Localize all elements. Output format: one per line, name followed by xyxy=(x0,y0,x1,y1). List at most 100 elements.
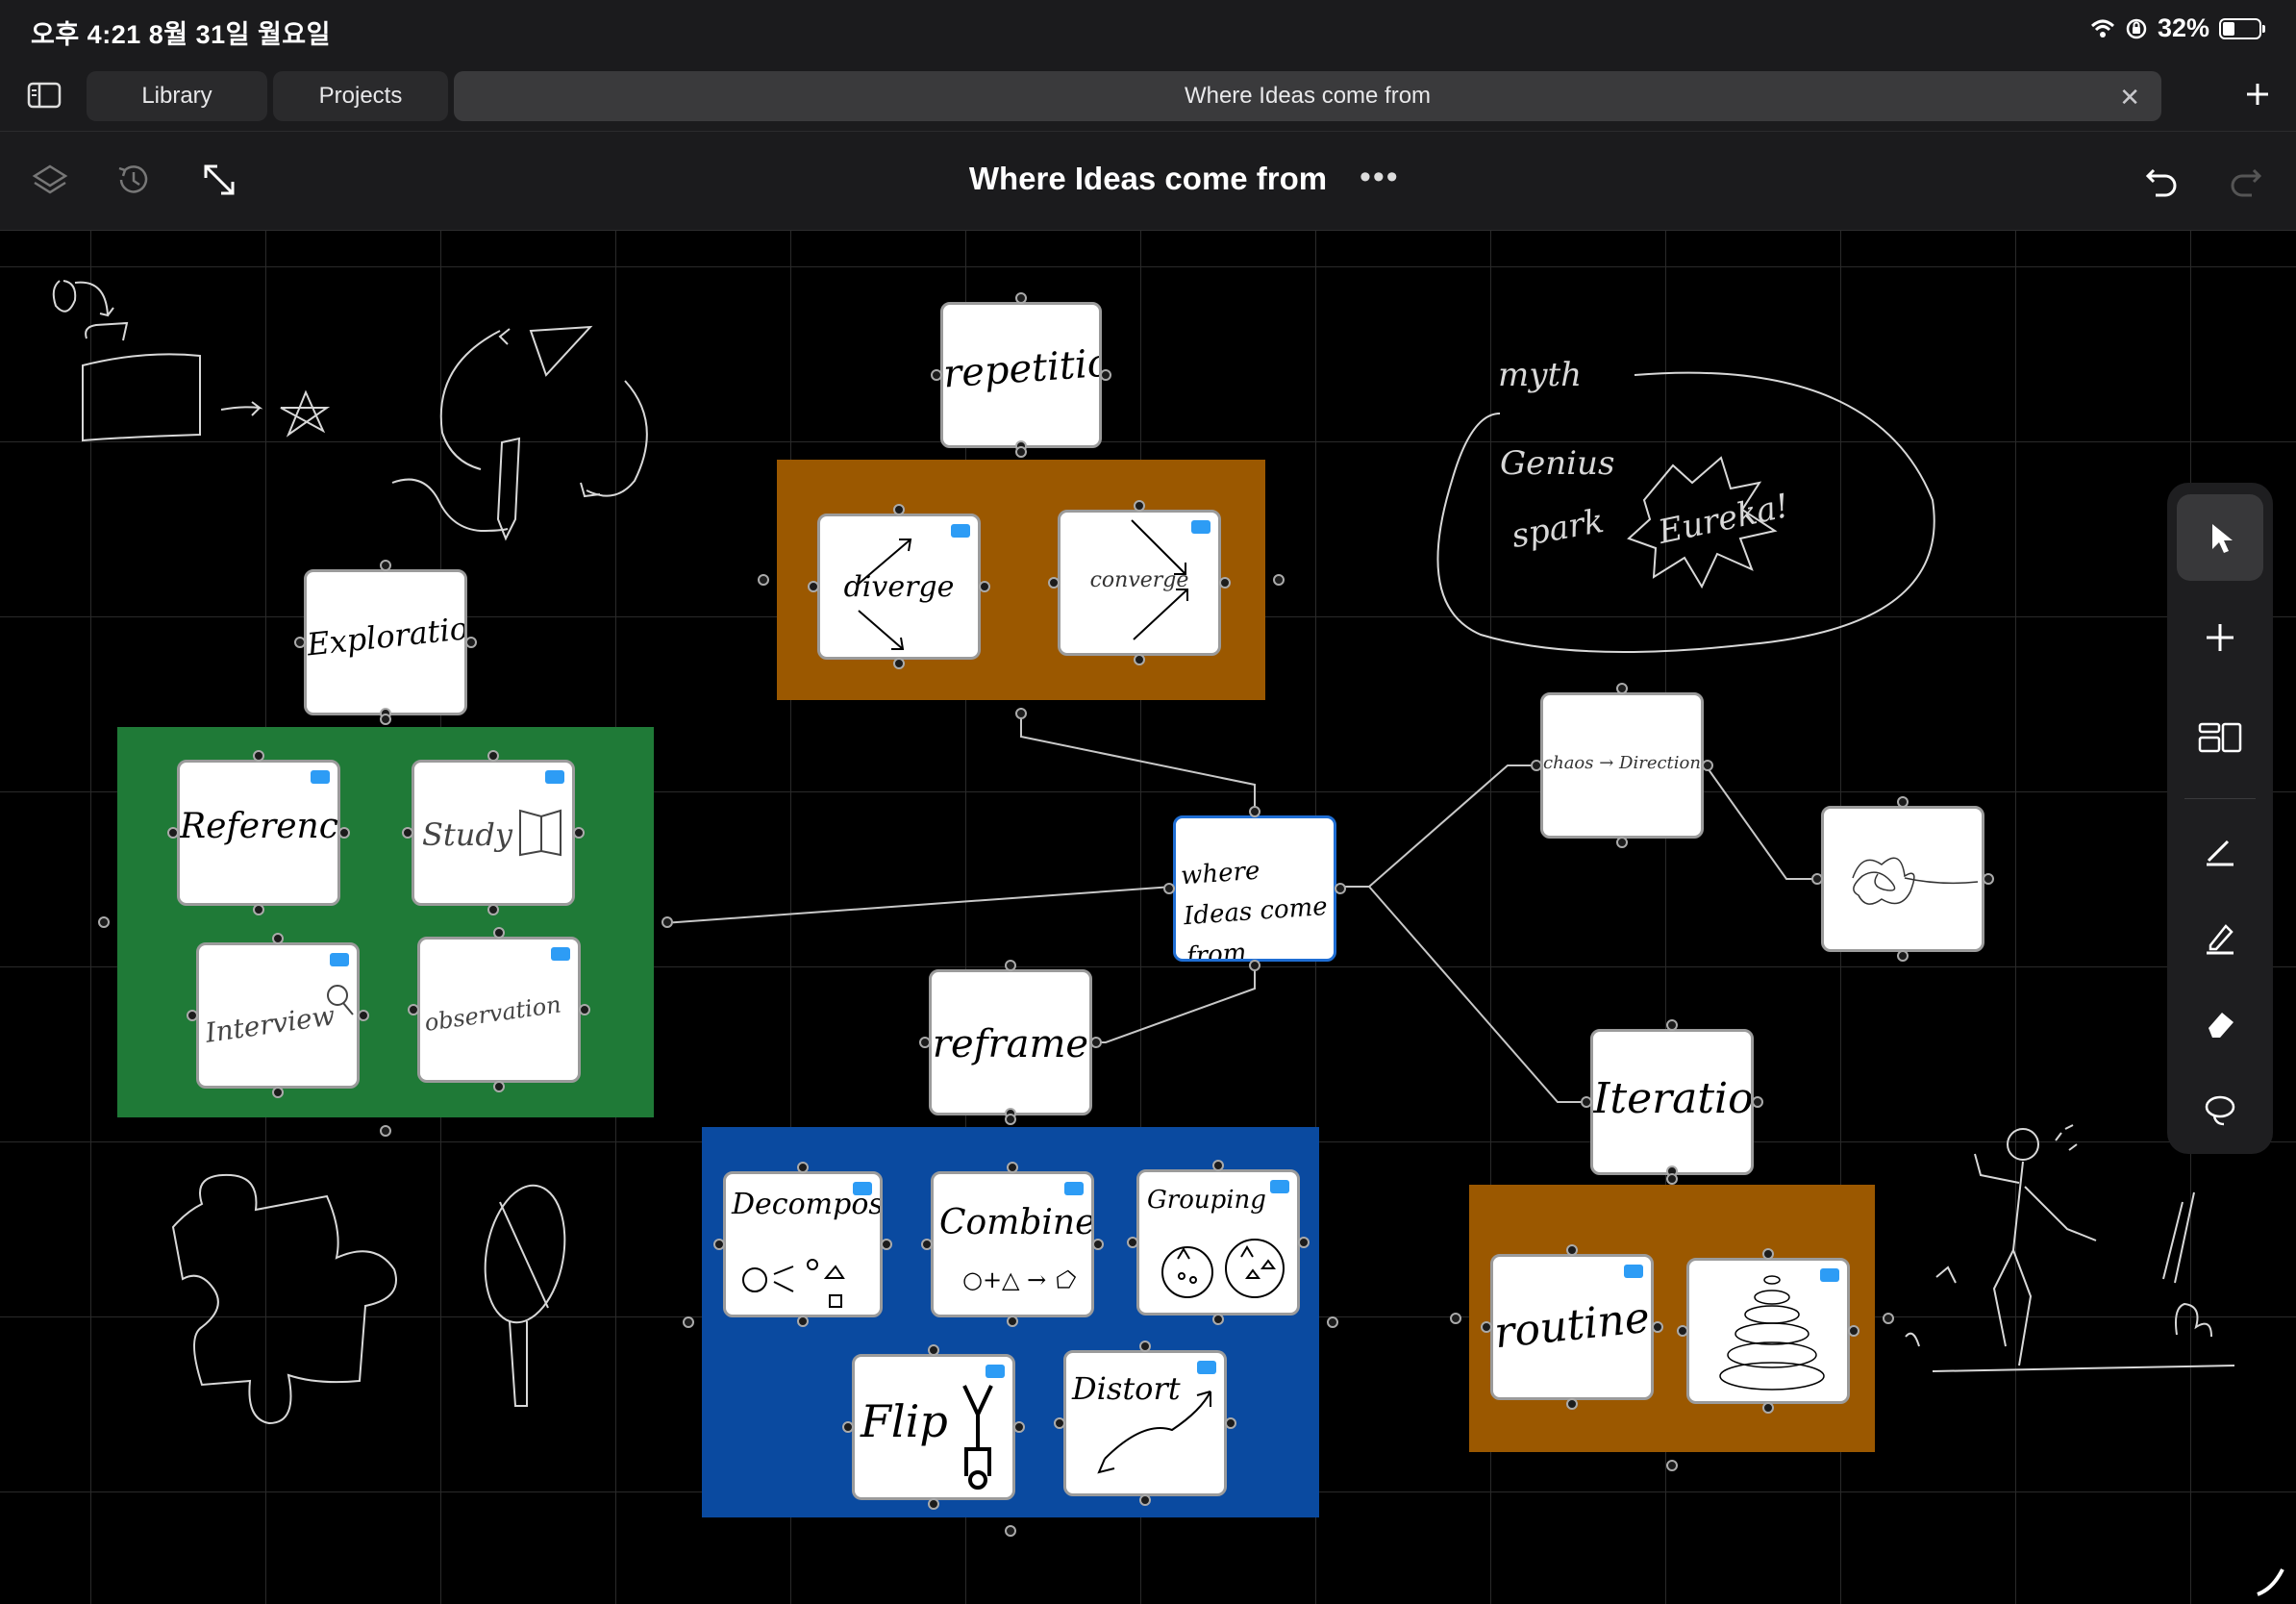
connection-handle[interactable] xyxy=(98,916,110,928)
connection-handle[interactable] xyxy=(1015,708,1027,719)
card-repetition[interactable]: repetition xyxy=(940,302,1102,448)
connection-handle[interactable] xyxy=(487,750,499,762)
lasso-tool-button[interactable] xyxy=(2177,1067,2263,1154)
connection-handle[interactable] xyxy=(1015,292,1027,304)
connection-handle[interactable] xyxy=(493,927,505,939)
connection-handle[interactable] xyxy=(1762,1402,1774,1414)
connection-handle[interactable] xyxy=(1566,1398,1578,1410)
connection-handle[interactable] xyxy=(1752,1096,1763,1108)
marker-tool-button[interactable] xyxy=(2177,894,2263,981)
connection-handle[interactable] xyxy=(1013,1421,1025,1433)
connection-handle[interactable] xyxy=(1677,1325,1688,1337)
connection-handle[interactable] xyxy=(797,1162,809,1173)
connection-handle[interactable] xyxy=(253,750,264,762)
new-tab-button[interactable] xyxy=(2236,73,2279,115)
connection-handle[interactable] xyxy=(167,827,179,839)
add-tool-button[interactable] xyxy=(2177,594,2263,681)
connection-handle[interactable] xyxy=(1666,1019,1678,1031)
card-center-topic[interactable]: where Ideas come from xyxy=(1173,815,1336,962)
connection-handle[interactable] xyxy=(1481,1321,1492,1333)
connection-handle[interactable] xyxy=(1666,1173,1678,1185)
connection-handle[interactable] xyxy=(979,581,990,592)
connection-handle[interactable] xyxy=(1249,960,1260,971)
connection-handle[interactable] xyxy=(1212,1314,1224,1325)
tab-library[interactable]: Library xyxy=(87,71,267,121)
connection-handle[interactable] xyxy=(1127,1237,1138,1248)
connection-handle[interactable] xyxy=(272,1087,284,1098)
card-observation[interactable]: observation xyxy=(417,937,581,1083)
connection-handle[interactable] xyxy=(1005,960,1016,971)
tab-projects[interactable]: Projects xyxy=(273,71,448,121)
connection-handle[interactable] xyxy=(187,1010,198,1021)
card-chaos-direction[interactable]: chaos → Direction xyxy=(1540,692,1704,839)
connection-handle[interactable] xyxy=(1054,1417,1065,1429)
connection-handle[interactable] xyxy=(493,1081,505,1092)
layers-icon[interactable] xyxy=(29,159,71,201)
connection-handle[interactable] xyxy=(1983,873,1994,885)
connection-handle[interactable] xyxy=(1652,1321,1663,1333)
card-interview[interactable]: Interview xyxy=(196,942,360,1089)
connection-handle[interactable] xyxy=(1139,1341,1151,1352)
whiteboard-canvas[interactable]: myth Genius spark Eureka! repetition div… xyxy=(0,231,2296,1604)
card-iteration[interactable]: Iteration xyxy=(1590,1029,1754,1175)
connection-handle[interactable] xyxy=(1219,577,1231,589)
connection-handle[interactable] xyxy=(921,1239,933,1250)
connection-handle[interactable] xyxy=(1005,1525,1016,1537)
connection-handle[interactable] xyxy=(1811,873,1823,885)
connection-handle[interactable] xyxy=(380,560,391,571)
connection-handle[interactable] xyxy=(1762,1248,1774,1260)
connection-handle[interactable] xyxy=(579,1004,590,1015)
connection-handle[interactable] xyxy=(893,658,905,669)
connection-handle[interactable] xyxy=(1566,1244,1578,1256)
eraser-tool-button[interactable] xyxy=(2177,981,2263,1067)
card-reframe[interactable]: reframe xyxy=(929,969,1092,1115)
connection-handle[interactable] xyxy=(1225,1417,1236,1429)
connection-handle[interactable] xyxy=(919,1037,931,1048)
select-tool-button[interactable] xyxy=(2177,494,2263,581)
connection-handle[interactable] xyxy=(1702,760,1713,771)
connection-handle[interactable] xyxy=(1581,1096,1592,1108)
connection-handle[interactable] xyxy=(272,933,284,944)
expand-icon[interactable] xyxy=(198,159,240,201)
connection-handle[interactable] xyxy=(1616,683,1628,694)
connection-handle[interactable] xyxy=(380,1125,391,1137)
card-grouping[interactable]: Grouping xyxy=(1136,1169,1300,1316)
card-study[interactable]: Study xyxy=(412,760,575,906)
tab-current-document[interactable]: Where Ideas come from ✕ xyxy=(454,71,2161,121)
connection-handle[interactable] xyxy=(1531,760,1542,771)
connection-handle[interactable] xyxy=(1450,1313,1461,1324)
connection-handle[interactable] xyxy=(1897,796,1909,808)
connection-handle[interactable] xyxy=(1666,1460,1678,1471)
connection-handle[interactable] xyxy=(294,637,306,648)
connection-handle[interactable] xyxy=(808,581,819,592)
card-diverge[interactable]: diverge xyxy=(817,514,981,660)
connection-handle[interactable] xyxy=(1897,950,1909,962)
connection-handle[interactable] xyxy=(1134,654,1145,665)
connection-handle[interactable] xyxy=(358,1010,369,1021)
connection-handle[interactable] xyxy=(1100,369,1111,381)
connection-handle[interactable] xyxy=(402,827,413,839)
connection-handle[interactable] xyxy=(797,1316,809,1327)
connection-handle[interactable] xyxy=(1163,883,1175,894)
connection-handle[interactable] xyxy=(338,827,350,839)
connection-handle[interactable] xyxy=(928,1344,939,1356)
close-tab-icon[interactable]: ✕ xyxy=(2119,83,2140,113)
connection-handle[interactable] xyxy=(573,827,585,839)
connection-handle[interactable] xyxy=(928,1498,939,1510)
connection-handle[interactable] xyxy=(842,1421,854,1433)
connection-handle[interactable] xyxy=(1005,1114,1016,1125)
redo-icon[interactable] xyxy=(2225,159,2267,201)
connection-handle[interactable] xyxy=(881,1239,892,1250)
connection-handle[interactable] xyxy=(1273,574,1285,586)
history-icon[interactable] xyxy=(112,159,154,201)
more-options-icon[interactable]: ••• xyxy=(1360,159,1400,196)
card-distort[interactable]: Distort xyxy=(1063,1350,1227,1496)
connection-handle[interactable] xyxy=(1883,1313,1894,1324)
undo-icon[interactable] xyxy=(2140,159,2183,201)
connection-handle[interactable] xyxy=(1335,883,1346,894)
connection-handle[interactable] xyxy=(683,1316,694,1328)
connection-handle[interactable] xyxy=(408,1004,419,1015)
connection-handle[interactable] xyxy=(893,504,905,515)
sidebar-toggle-icon[interactable] xyxy=(27,81,62,110)
connection-handle[interactable] xyxy=(253,904,264,915)
